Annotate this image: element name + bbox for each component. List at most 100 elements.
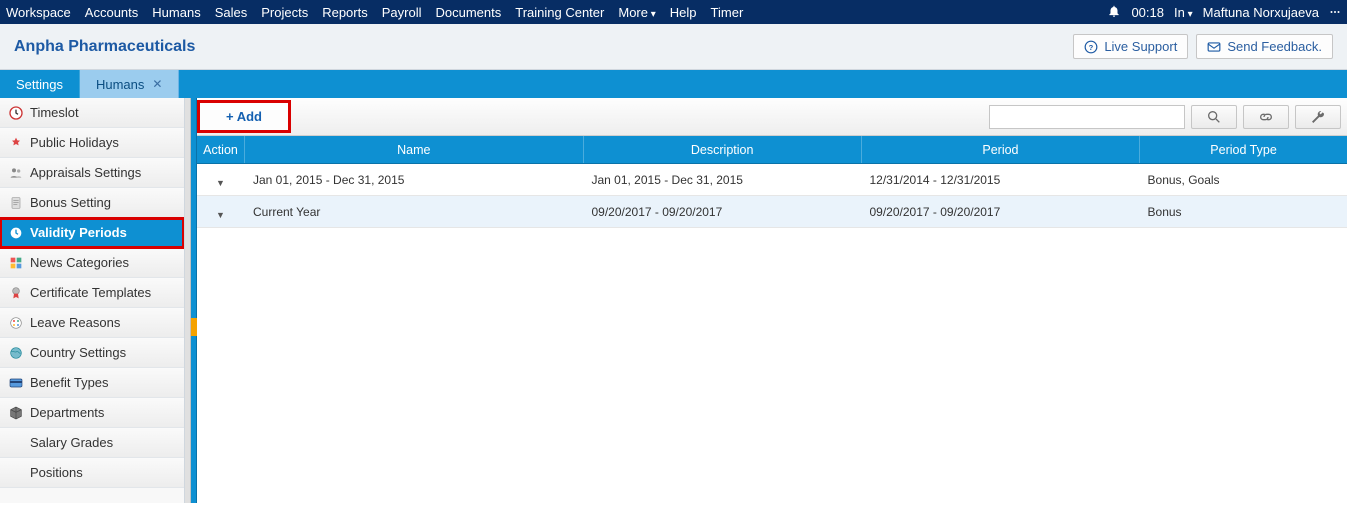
sidebar-item-label: News Categories	[30, 255, 129, 270]
svg-text:?: ?	[1089, 42, 1094, 51]
sidebar-item-timeslot[interactable]: Timeslot	[0, 98, 184, 128]
sidebar-item-label: Appraisals Settings	[30, 165, 141, 180]
sidebar-item-leave-reasons[interactable]: Leave Reasons	[0, 308, 184, 338]
sidebar-item-label: Bonus Setting	[30, 195, 111, 210]
wrench-icon	[1310, 109, 1326, 125]
sidebar-item-label: Departments	[30, 405, 104, 420]
nav-item-timer[interactable]: Timer	[711, 5, 744, 20]
holidays-icon	[8, 135, 24, 151]
sidebar-item-news-categories[interactable]: News Categories	[0, 248, 184, 278]
search-button[interactable]	[1191, 105, 1237, 129]
sidebar-item-positions[interactable]: Positions	[0, 458, 184, 488]
nav-right: 00:18 In Maftuna Norxujaeva	[1107, 4, 1341, 21]
sidebar-item-label: Positions	[30, 465, 83, 480]
nav-item-projects[interactable]: Projects	[261, 5, 308, 20]
nav-item-sales[interactable]: Sales	[215, 5, 248, 20]
sidebar-item-departments[interactable]: Departments	[0, 398, 184, 428]
table-row[interactable]: Jan 01, 2015 - Dec 31, 2015 Jan 01, 2015…	[197, 164, 1347, 196]
send-feedback-button[interactable]: Send Feedback.	[1196, 34, 1333, 59]
content: + Add Action Name Description Period Per…	[197, 98, 1347, 503]
sidebar-item-label: Country Settings	[30, 345, 126, 360]
bell-icon[interactable]	[1107, 4, 1121, 21]
grid-icon	[8, 255, 24, 271]
nav-item-more[interactable]: More	[618, 5, 655, 20]
sidebar-item-public-holidays[interactable]: Public Holidays	[0, 128, 184, 158]
sidebar-wrap: Timeslot Public Holidays Appraisals Sett…	[0, 98, 197, 503]
sidebar-item-label: Public Holidays	[30, 135, 119, 150]
sidebar-item-label: Certificate Templates	[30, 285, 151, 300]
tab-settings[interactable]: Settings	[0, 70, 80, 98]
nav-status[interactable]: In	[1174, 5, 1193, 20]
sidebar-item-bonus-setting[interactable]: Bonus Setting	[0, 188, 184, 218]
main-area: Timeslot Public Holidays Appraisals Sett…	[0, 98, 1347, 503]
add-button[interactable]: + Add	[197, 100, 291, 133]
header-actions: ? Live Support Send Feedback.	[1073, 34, 1333, 59]
nav-item-help[interactable]: Help	[670, 5, 697, 20]
col-period-type[interactable]: Period Type	[1140, 136, 1347, 163]
nav-item-documents[interactable]: Documents	[435, 5, 501, 20]
chevron-down-icon[interactable]	[216, 207, 226, 217]
row-description: Jan 01, 2015 - Dec 31, 2015	[583, 164, 861, 195]
nav-item-humans[interactable]: Humans	[152, 5, 200, 20]
tab-humans-label: Humans	[96, 77, 144, 92]
people-icon	[8, 165, 24, 181]
row-period-type: Bonus	[1140, 196, 1347, 227]
badge-icon	[8, 285, 24, 301]
tab-humans[interactable]: Humans ✕	[80, 70, 179, 98]
row-name: Current Year	[245, 196, 583, 227]
header: Anpha Pharmaceuticals ? Live Support Sen…	[0, 24, 1347, 70]
nav-item-reports[interactable]: Reports	[322, 5, 368, 20]
sidebar-item-country-settings[interactable]: Country Settings	[0, 338, 184, 368]
sidebar-item-label: Timeslot	[30, 105, 79, 120]
link-button[interactable]	[1243, 105, 1289, 129]
top-nav: Workspace Accounts Humans Sales Projects…	[0, 0, 1347, 24]
help-circle-icon: ?	[1084, 40, 1098, 54]
sidebar-collapse-handle[interactable]	[191, 98, 197, 503]
clock-icon	[8, 225, 24, 241]
sidebar-item-label: Salary Grades	[30, 435, 113, 450]
clock-icon	[8, 105, 24, 121]
col-description[interactable]: Description	[584, 136, 862, 163]
nav-user[interactable]: Maftuna Norxujaeva	[1203, 5, 1319, 20]
tab-strip: Settings Humans ✕	[0, 70, 1347, 98]
row-description: 09/20/2017 - 09/20/2017	[583, 196, 861, 227]
send-feedback-label: Send Feedback.	[1227, 39, 1322, 54]
sidebar-item-benefit-types[interactable]: Benefit Types	[0, 368, 184, 398]
globe-icon	[8, 345, 24, 361]
sidebar-item-certificate-templates[interactable]: Certificate Templates	[0, 278, 184, 308]
live-support-button[interactable]: ? Live Support	[1073, 34, 1188, 59]
sidebar-item-label: Leave Reasons	[30, 315, 120, 330]
search-icon	[1206, 109, 1222, 125]
sidebar-item-label: Benefit Types	[30, 375, 109, 390]
sidebar-item-label: Validity Periods	[30, 225, 127, 240]
row-period: 12/31/2014 - 12/31/2015	[862, 164, 1140, 195]
menu-dots-icon[interactable]	[1329, 6, 1341, 18]
row-name: Jan 01, 2015 - Dec 31, 2015	[245, 164, 583, 195]
close-icon[interactable]: ✕	[152, 77, 162, 91]
nav-item-accounts[interactable]: Accounts	[85, 5, 138, 20]
sidebar-item-validity-periods[interactable]: Validity Periods	[0, 218, 184, 248]
col-name[interactable]: Name	[245, 136, 584, 163]
row-action[interactable]	[197, 164, 245, 195]
table-header: Action Name Description Period Period Ty…	[197, 136, 1347, 164]
search-input[interactable]	[989, 105, 1185, 129]
mail-icon	[1207, 40, 1221, 54]
col-action[interactable]: Action	[197, 136, 245, 163]
nav-item-training-center[interactable]: Training Center	[515, 5, 604, 20]
sidebar-item-appraisals-settings[interactable]: Appraisals Settings	[0, 158, 184, 188]
link-icon	[1258, 109, 1274, 125]
table-row[interactable]: Current Year 09/20/2017 - 09/20/2017 09/…	[197, 196, 1347, 228]
content-toolbar: + Add	[197, 98, 1347, 136]
chevron-down-icon[interactable]	[216, 175, 226, 185]
card-icon	[8, 375, 24, 391]
sidebar-item-salary-grades[interactable]: Salary Grades	[0, 428, 184, 458]
settings-button[interactable]	[1295, 105, 1341, 129]
live-support-label: Live Support	[1104, 39, 1177, 54]
col-period[interactable]: Period	[862, 136, 1140, 163]
nav-item-payroll[interactable]: Payroll	[382, 5, 422, 20]
nav-item-workspace[interactable]: Workspace	[6, 5, 71, 20]
company-title: Anpha Pharmaceuticals	[14, 38, 195, 56]
palette-icon	[8, 315, 24, 331]
nav-time: 00:18	[1131, 5, 1164, 20]
row-action[interactable]	[197, 196, 245, 227]
